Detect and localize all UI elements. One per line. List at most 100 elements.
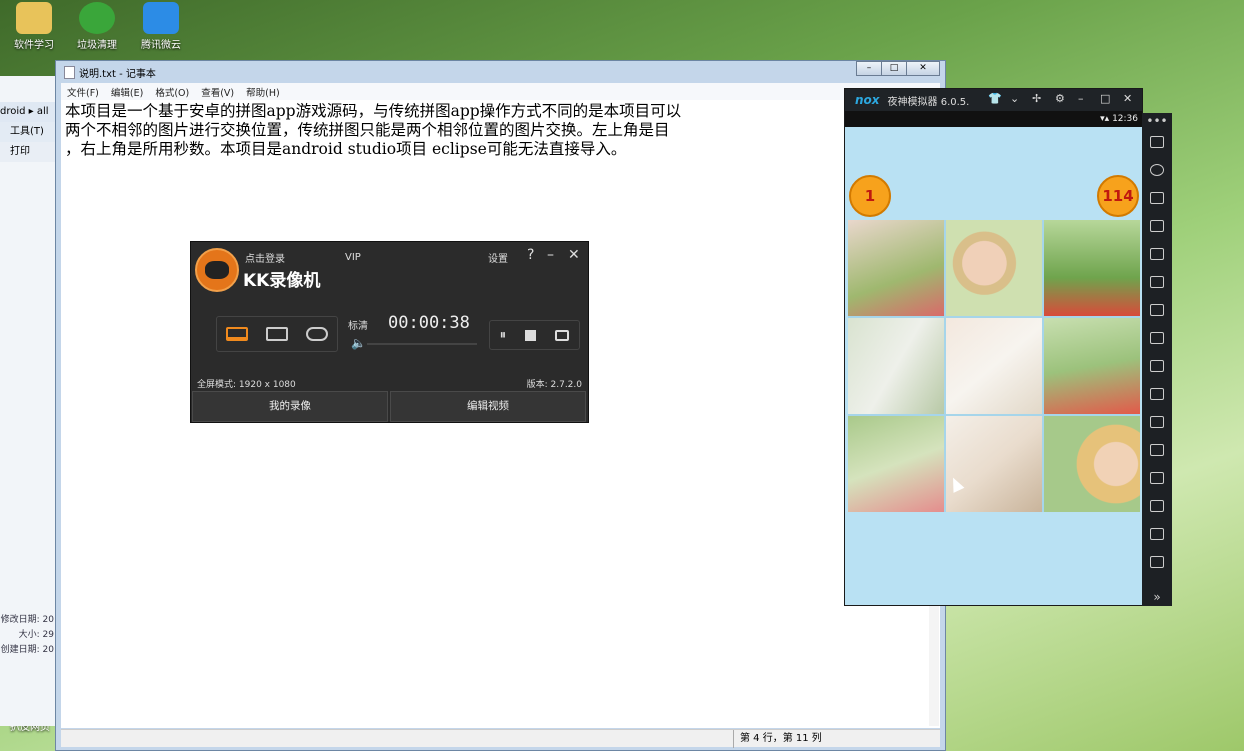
pin-icon[interactable]: ✢ xyxy=(1032,92,1041,105)
puzzle-tile[interactable] xyxy=(946,318,1042,414)
desktop-icon-weiyun[interactable]: 腾讯微云 xyxy=(131,2,191,51)
keyboard-icon[interactable] xyxy=(1150,136,1164,148)
desktop-icon-software[interactable]: 软件学习 xyxy=(4,2,64,51)
vip-link[interactable]: VIP xyxy=(345,252,361,263)
emulator-sidebar: ••• » xyxy=(1142,113,1172,606)
nox-logo: nox xyxy=(855,93,880,107)
notepad-menubar: 文件(F) 编辑(E) 格式(O) 查看(V) 帮助(H) xyxy=(61,83,940,100)
step-counter-badge: 1 xyxy=(849,175,891,217)
location-icon[interactable] xyxy=(1150,164,1164,176)
recent-apps-icon[interactable] xyxy=(1150,556,1164,568)
upload-icon[interactable] xyxy=(1150,388,1164,400)
volume-icon[interactable]: 🔈 xyxy=(351,336,366,350)
app-title: KK录像机 xyxy=(243,271,321,291)
macro-icon[interactable] xyxy=(1150,444,1164,456)
desktop-icon-label: 腾讯微云 xyxy=(141,40,181,51)
explorer-size: 大小: 29 xyxy=(18,630,54,640)
login-link[interactable]: 点击登录 xyxy=(245,250,285,265)
game-mode-icon[interactable] xyxy=(306,327,328,341)
region-mode-icon[interactable] xyxy=(266,327,288,341)
text-line: 两个不相邻的图片进行交换位置，传统拼图只能是两个相邻位置的图片交换。左上角是目 xyxy=(65,121,670,139)
desktop-icon-cleanup[interactable]: 垃圾清理 xyxy=(67,2,127,51)
cursor-position: 第 4 行，第 11 列 xyxy=(733,730,822,748)
kk-recorder-window: 点击登录 VIP KK录像机 设置 ? – ✕ 标清 🔈 00:00:38 ⏸ … xyxy=(190,241,589,423)
record-mode-group xyxy=(216,316,338,352)
menu-help[interactable]: 帮助(H) xyxy=(246,85,280,99)
volume-up-icon[interactable] xyxy=(1150,276,1164,288)
pause-icon[interactable]: ⏸ xyxy=(500,328,507,343)
file-icon xyxy=(64,65,75,79)
wifi-icon: ▾▴ xyxy=(1100,114,1113,124)
stop-icon[interactable] xyxy=(525,329,537,341)
shirt-icon[interactable]: 👕 xyxy=(988,92,1002,105)
puzzle-tile[interactable] xyxy=(848,416,944,512)
scissors-icon[interactable] xyxy=(1150,416,1164,428)
puzzle-tile[interactable] xyxy=(1044,318,1140,414)
fullscreen-icon[interactable] xyxy=(1150,248,1164,260)
explorer-created: 创建日期: 20 xyxy=(0,645,54,655)
puzzle-tile[interactable] xyxy=(1044,416,1140,512)
minimize-button[interactable]: – xyxy=(547,247,554,263)
apk-icon[interactable] xyxy=(1150,192,1164,204)
back-icon[interactable] xyxy=(1150,500,1164,512)
android-statusbar: ▾▴ 12:36 xyxy=(845,111,1142,127)
puzzle-tile[interactable] xyxy=(848,318,944,414)
shake-icon[interactable] xyxy=(1150,360,1164,372)
explorer-print-button[interactable]: 打印 xyxy=(0,142,55,162)
close-button[interactable]: ✕ xyxy=(1123,92,1132,105)
desktop-icon-label: 软件学习 xyxy=(14,40,54,51)
puzzle-tile[interactable] xyxy=(848,220,944,316)
menu-icon[interactable] xyxy=(1150,472,1164,484)
help-button[interactable]: ? xyxy=(527,247,534,263)
expand-icon[interactable]: » xyxy=(1153,590,1160,604)
kk-logo-icon xyxy=(195,248,239,292)
camera-icon[interactable] xyxy=(555,329,570,341)
minimize-button[interactable]: – xyxy=(1078,92,1084,105)
settings-button[interactable]: 设置 xyxy=(488,250,508,265)
maximize-button[interactable]: □ xyxy=(1100,92,1110,105)
explorer-path: droid ▸ all xyxy=(0,102,55,122)
minimize-button[interactable]: – xyxy=(856,61,882,76)
clock: 12:36 xyxy=(1112,114,1138,124)
cloud-icon xyxy=(143,2,179,34)
menu-format[interactable]: 格式(O) xyxy=(155,85,189,99)
puzzle-tile[interactable] xyxy=(1044,220,1140,316)
menu-file[interactable]: 文件(F) xyxy=(67,85,99,99)
explorer-modified: 修改日期: 20 xyxy=(0,615,54,625)
maximize-button[interactable]: □ xyxy=(881,61,907,76)
emulator-title: 夜神模拟器 6.0.5. xyxy=(887,96,970,108)
nox-emulator-window: nox 夜神模拟器 6.0.5. 👕 ⌄ ✢ ⚙ – □ ✕ ▾▴ 12:36 … xyxy=(844,88,1143,606)
menu-edit[interactable]: 编辑(E) xyxy=(111,85,143,99)
seconds-timer-badge: 114 xyxy=(1097,175,1139,217)
multi-instance-icon[interactable] xyxy=(1150,332,1164,344)
volume-down-icon[interactable] xyxy=(1150,304,1164,316)
quality-selector[interactable]: 标清 xyxy=(348,317,368,332)
puzzle-tile[interactable] xyxy=(946,220,1042,316)
menu-view[interactable]: 查看(V) xyxy=(201,85,234,99)
record-controls: ⏸ xyxy=(489,320,580,350)
screenshot-icon[interactable] xyxy=(1150,220,1164,232)
chevron-down-icon[interactable]: ⌄ xyxy=(1010,92,1019,105)
folder-icon xyxy=(16,2,52,34)
explorer-tools-menu[interactable]: 工具(T) xyxy=(0,122,55,142)
desktop-icon-label: 垃圾清理 xyxy=(77,40,117,51)
version-label: 版本: 2.7.2.0 xyxy=(526,380,582,390)
broom-icon xyxy=(79,2,115,34)
text-line: ，右上角是所用秒数。本项目是android studio项目 eclipse可能… xyxy=(65,140,627,158)
my-videos-button[interactable]: 我的录像 xyxy=(192,391,388,422)
record-timer: 00:00:38 xyxy=(388,313,470,333)
puzzle-tile[interactable] xyxy=(946,416,1042,512)
close-button[interactable]: ✕ xyxy=(568,247,580,263)
fullscreen-mode-icon[interactable] xyxy=(226,327,248,341)
text-line: 本项目是一个基于安卓的拼图app游戏源码，与传统拼图app操作方式不同的是本项目… xyxy=(65,102,682,120)
notepad-title: 说明.txt - 记事本 xyxy=(79,68,156,80)
gear-icon[interactable]: ⚙ xyxy=(1055,92,1065,105)
puzzle-grid xyxy=(848,220,1140,512)
close-button[interactable]: ✕ xyxy=(906,61,940,76)
notepad-titlebar[interactable]: 说明.txt - 记事本 xyxy=(56,61,945,83)
more-options-icon[interactable]: ••• xyxy=(1146,114,1167,128)
volume-slider[interactable] xyxy=(367,343,477,345)
home-icon[interactable] xyxy=(1150,528,1164,540)
fullscreen-info: 全屏模式: 1920 x 1080 xyxy=(197,380,296,390)
edit-video-button[interactable]: 编辑视频 xyxy=(390,391,586,422)
